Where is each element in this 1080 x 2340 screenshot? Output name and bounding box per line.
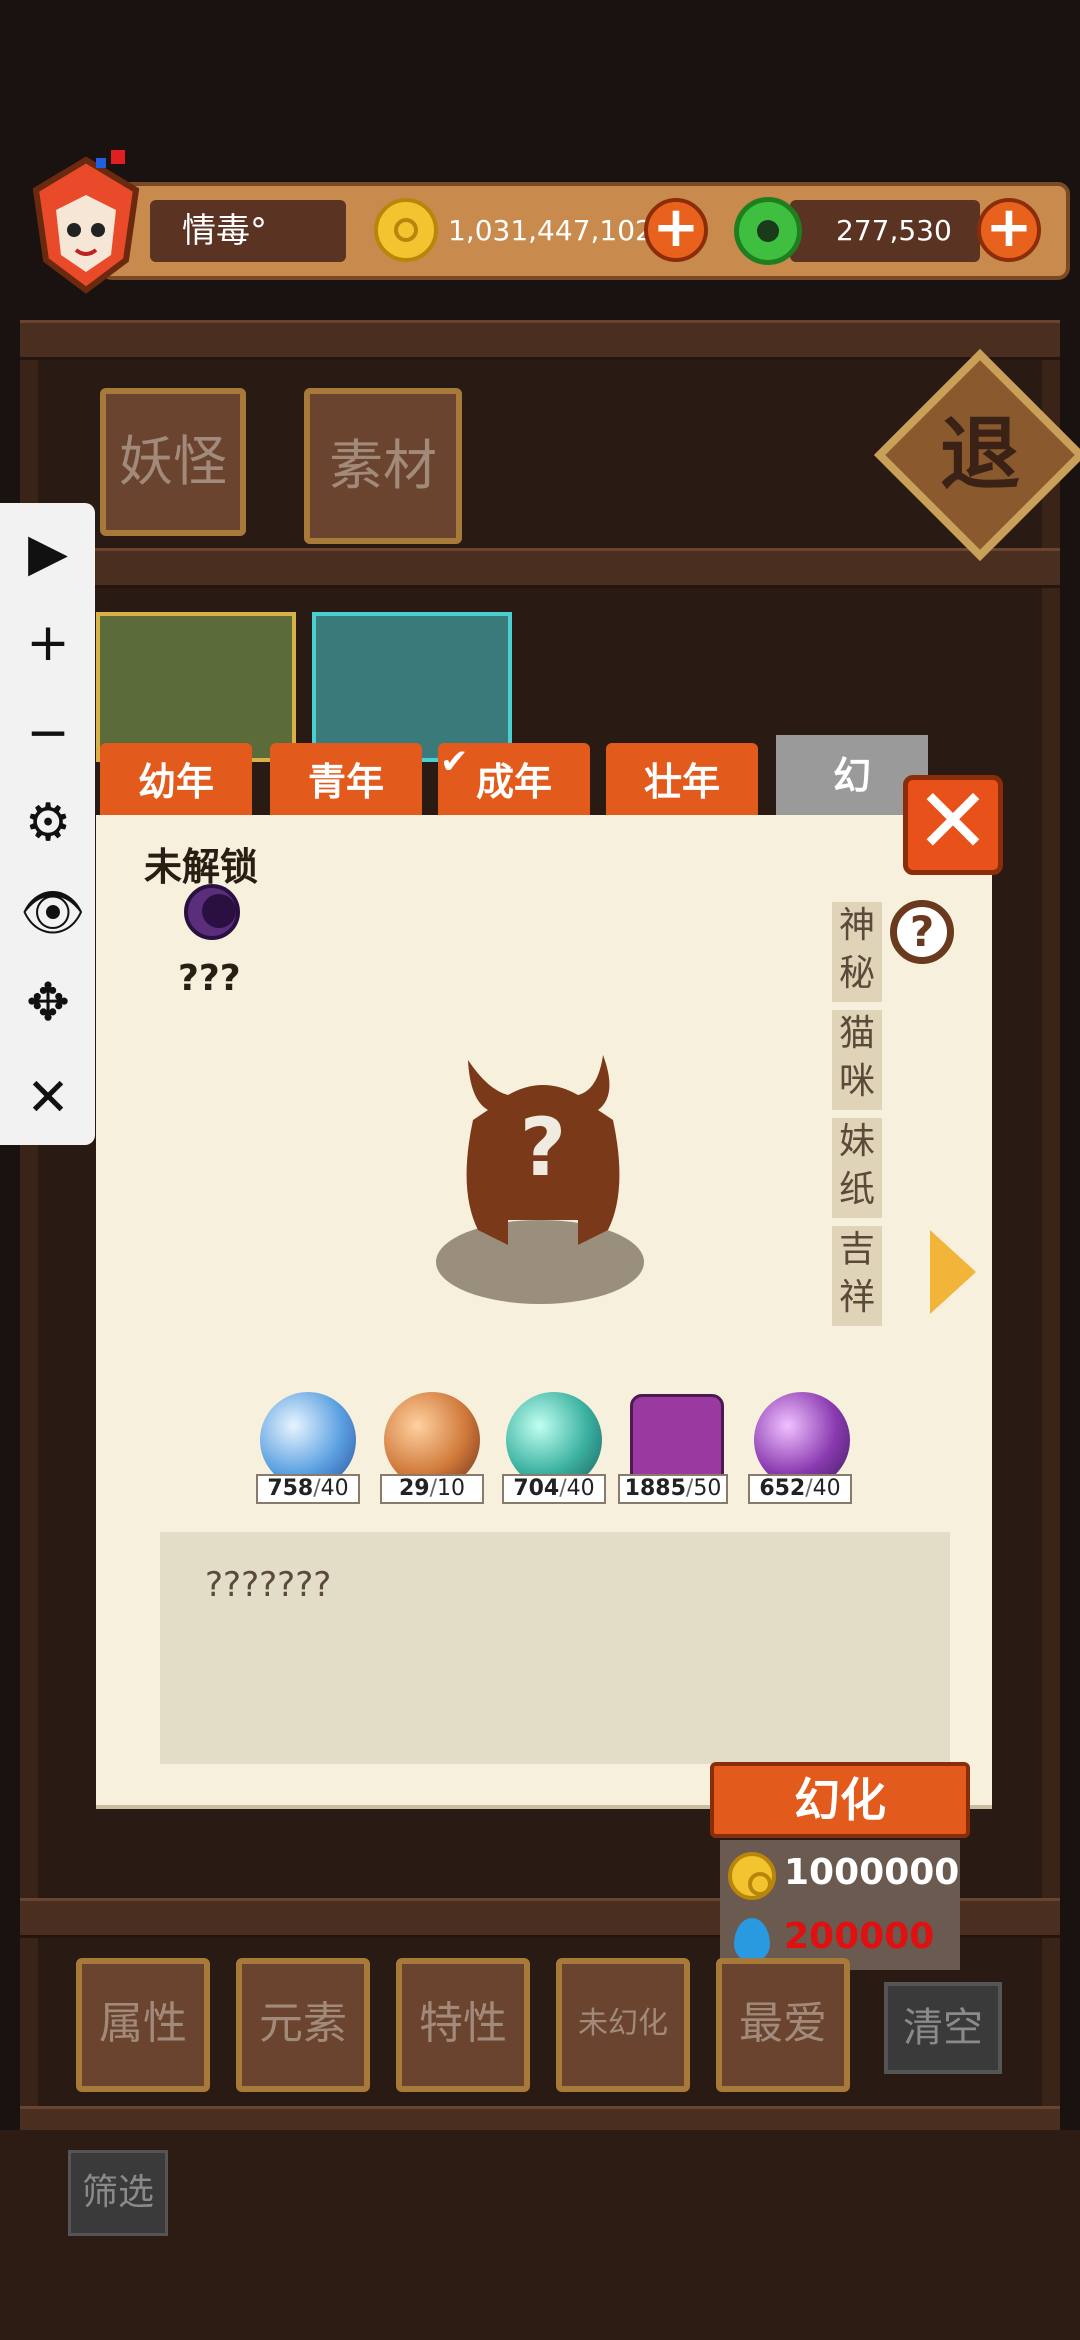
close-button[interactable]: ✕ — [903, 775, 1003, 875]
help-icon[interactable]: ? — [890, 900, 954, 964]
gold-coin-icon — [374, 198, 438, 262]
filter-trait-button[interactable]: 特性 — [396, 1958, 530, 2092]
category-tab-cat[interactable]: 猫咪 — [832, 1010, 882, 1110]
need-count: 40 — [320, 1476, 349, 1501]
sift-button[interactable]: 筛选 — [68, 2150, 168, 2236]
category-tab-lucky[interactable]: 吉祥 — [832, 1226, 882, 1326]
creature-card[interactable] — [96, 612, 296, 762]
play-icon[interactable]: ▶ — [20, 525, 76, 581]
owned-count: 652 — [759, 1476, 806, 1501]
tab-sucai[interactable]: 素材 — [304, 388, 462, 544]
shelf-1 — [20, 548, 1060, 588]
need-count: 40 — [812, 1476, 841, 1501]
tab-yaoguai[interactable]: 妖怪 — [100, 388, 246, 536]
material-count-4: 1885/50 — [618, 1474, 728, 1504]
owned-count: 758 — [267, 1476, 314, 1501]
creature-card[interactable] — [312, 612, 512, 762]
tab-prime[interactable]: 壮年 — [606, 743, 758, 817]
need-count: 10 — [437, 1476, 466, 1501]
close-icon[interactable]: ✕ — [20, 1070, 76, 1126]
need-count: 40 — [566, 1476, 595, 1501]
move-icon[interactable]: ✥ — [20, 975, 76, 1031]
filter-untransformed-button[interactable]: 未幻化 — [556, 1958, 690, 2092]
material-count-1: 758/40 — [256, 1474, 360, 1504]
moon-icon — [184, 884, 240, 940]
gold-cost: 1000000 — [784, 1852, 960, 1893]
tab-young[interactable]: 青年 — [270, 743, 422, 817]
blue-cost: 200000 — [784, 1916, 935, 1957]
creature-name: ??? — [178, 958, 241, 999]
material-count-3: 704/40 — [502, 1474, 606, 1504]
water-drop-icon — [734, 1918, 770, 1962]
category-tab-girl[interactable]: 妹纸 — [832, 1118, 882, 1218]
material-count-5: 652/40 — [748, 1474, 852, 1504]
add-jade-button[interactable]: + — [977, 198, 1041, 262]
exit-label: 退 — [940, 408, 1020, 501]
need-count: 50 — [693, 1476, 722, 1501]
player-name: 情毒° — [182, 211, 267, 251]
gold-amount: 1,031,447,102 — [448, 214, 653, 247]
material-count-2: 29/10 — [380, 1474, 484, 1504]
filter-element-button[interactable]: 元素 — [236, 1958, 370, 2092]
svg-text:?: ? — [520, 1101, 566, 1194]
gold-coin-icon — [728, 1852, 776, 1900]
plus-icon[interactable]: + — [20, 615, 76, 671]
gear-icon[interactable]: ⚙ — [20, 795, 76, 851]
category-tab-mystery[interactable]: 神秘 — [832, 902, 882, 1002]
tab-youth[interactable]: 幼年 — [100, 743, 252, 817]
check-icon: ✔ — [440, 742, 469, 782]
filter-attribute-button[interactable]: 属性 — [76, 1958, 210, 2092]
add-gold-button[interactable]: + — [644, 198, 708, 262]
shelf-top — [20, 320, 1060, 360]
lock-status-label: 未解锁 — [144, 845, 259, 889]
minus-icon[interactable]: − — [20, 705, 76, 761]
jade-amount: 277,530 — [836, 214, 952, 247]
player-avatar[interactable] — [16, 150, 156, 300]
filter-favorite-button[interactable]: 最爱 — [716, 1958, 850, 2092]
clear-button[interactable]: 清空 — [884, 1982, 1002, 2074]
owned-count: 704 — [513, 1476, 560, 1501]
locked-creature-silhouette: ? — [466, 1055, 620, 1245]
owned-count: 29 — [398, 1476, 430, 1501]
jade-icon — [734, 197, 802, 265]
transform-button[interactable]: 幻化 — [710, 1762, 970, 1838]
description-text: ??????? — [205, 1565, 332, 1605]
owned-count: 1885 — [624, 1476, 686, 1501]
eye-icon[interactable]: 👁 — [20, 885, 86, 941]
next-arrow-icon[interactable] — [930, 1230, 976, 1314]
